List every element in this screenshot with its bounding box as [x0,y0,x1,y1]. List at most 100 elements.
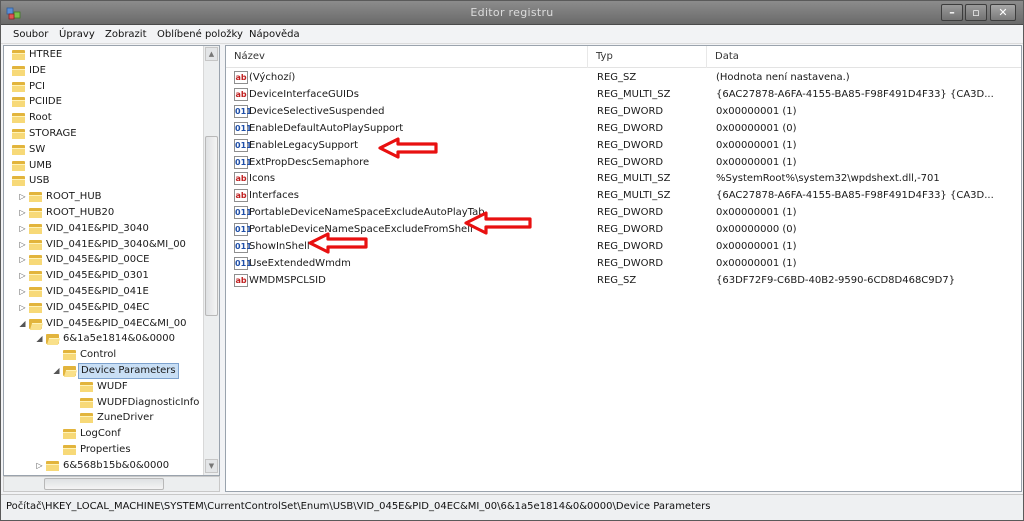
maximize-button[interactable]: ▫ [965,4,987,21]
folder-icon [12,128,25,139]
column-header-name[interactable]: Název [226,46,588,68]
tree-node[interactable]: ▷ ROOT_HUB20 [4,205,203,221]
tree-node[interactable]: Root [4,110,203,126]
tree-node[interactable]: UMB [4,158,203,174]
tree-horizontal-scrollbar[interactable] [3,476,220,492]
tree-node-label: UMB [29,159,52,171]
value-data: 0x00000001 (1) [716,241,797,252]
expand-arrow-icon[interactable]: ▷ [18,270,27,282]
tree-node-label: VID_041E&PID_3040 [46,222,149,234]
minimize-button[interactable]: – [941,4,963,21]
scroll-down-arrow-icon[interactable]: ▼ [205,459,218,473]
expand-arrow-icon[interactable]: ▷ [18,239,27,251]
folder-icon [12,81,25,92]
expand-arrow-icon[interactable]: ▷ [18,286,27,298]
title-bar[interactable]: Editor registru – ▫ ✕ [1,1,1023,25]
value-row[interactable]: ab Interfaces REG_MULTI_SZ {6AC27878-A6FA-4… [226,187,1021,204]
value-row[interactable]: ab WMDMSPCLSID REG_SZ {63DF72F9-C6BD-40B2-9… [226,272,1021,289]
tree-node[interactable]: SW [4,142,203,158]
value-name: EnableDefaultAutoPlaySupport [249,122,404,134]
folder-icon [29,302,42,313]
tree-node[interactable]: ◢ Device Parameters [4,363,203,379]
tree-node[interactable]: ▷ ROOT_HUB [4,189,203,205]
column-header-data[interactable]: Data [707,46,1021,68]
tree-node[interactable]: ▷ VID_045E&PID_00CE [4,252,203,268]
tree-node[interactable]: PCIIDE [4,94,203,110]
expand-arrow-icon[interactable]: ◢ [35,333,44,345]
expand-arrow-icon[interactable]: ▷ [18,223,27,235]
tree-node[interactable]: ▷ 6&568b15b&0&0000 [4,458,203,474]
value-row[interactable]: ab (Výchozí) REG_SZ (Hodnota není nastavena… [226,69,1021,86]
tree-node[interactable]: ZuneDriver [4,410,203,426]
tree-node-label: VID_045E&PID_04EC&MI_00 [46,317,187,329]
expand-arrow-icon[interactable]: ◢ [18,318,27,330]
expand-arrow-icon[interactable]: ▷ [18,302,27,314]
tree-node[interactable]: PCI [4,79,203,95]
binary-value-icon: 011 [234,256,252,270]
value-row[interactable]: 011 PortableDeviceNameSpaceExcludeAutoPla… [226,204,1021,221]
menu-edit[interactable]: Úpravy [59,29,95,40]
tree-node[interactable]: HTREE [4,47,203,63]
tree-node[interactable]: IDE [4,63,203,79]
tree-hscroll-thumb[interactable] [44,478,164,490]
value-name: DeviceSelectiveSuspended [249,105,385,117]
expand-arrow-icon[interactable]: ▷ [18,191,27,203]
tree-node-label: WUDF [97,380,128,392]
expand-arrow-icon[interactable]: ▷ [18,254,27,266]
tree-node[interactable]: ◢ 6&1a5e1814&0&0000 [4,331,203,347]
tree-scroll-thumb[interactable] [205,136,218,316]
column-header-type[interactable]: Typ [588,46,707,68]
value-row[interactable]: 011 EnableLegacySupport REG_DWORD 0x0000000… [226,137,1021,154]
tree-node[interactable]: ▷ VID_041E&PID_3040 [4,221,203,237]
scroll-up-arrow-icon[interactable]: ▲ [205,47,218,61]
tree-node[interactable]: Control [4,347,203,363]
value-type: REG_SZ [597,274,637,286]
tree-node[interactable]: Properties [4,442,203,458]
tree-node[interactable]: ▷ VID_045E&PID_041E [4,284,203,300]
tree-node[interactable]: STORAGE [4,126,203,142]
value-data: {6AC27878-A6FA-4155-BA85-F98F491D4F33} {… [716,190,994,202]
folder-icon [46,333,61,346]
key-tree[interactable]: HTREE IDE PCI PCIIDE Root STORAGE SW UMB USB ▷ ROO… [4,46,203,475]
menu-view[interactable]: Zobrazit [105,29,147,40]
value-row[interactable]: ab Icons REG_MULTI_SZ %SystemRoot%\system32… [226,170,1021,187]
tree-node[interactable]: ▷ VID_045E&PID_04EC [4,300,203,316]
tree-node[interactable]: ▷ VID_045E&PID_0301 [4,268,203,284]
close-button[interactable]: ✕ [990,4,1016,21]
status-bar: Počítač\HKEY_LOCAL_MACHINE\SYSTEM\Curren… [1,494,1023,520]
value-row[interactable]: ab DeviceInterfaceGUIDs REG_MULTI_SZ {6AC27… [226,86,1021,103]
value-row[interactable]: 011 DeviceSelectiveSuspended REG_DWORD 0x00… [226,103,1021,120]
menu-favorites[interactable]: Oblíbené položky [157,29,243,40]
tree-node[interactable]: USB [4,173,203,189]
value-row[interactable]: 011 UseExtendedWmdm REG_DWORD 0x00000001 (1… [226,255,1021,272]
tree-vertical-scrollbar[interactable]: ▲ ▼ [203,46,219,475]
tree-node[interactable]: LogConf [4,426,203,442]
tree-node[interactable]: ◢ VID_045E&PID_04EC&MI_00 [4,316,203,332]
tree-node[interactable]: ▷ VID_041E&PID_3040&MI_00 [4,237,203,253]
registry-editor-window: Editor registru – ▫ ✕ Soubor Úpravy Zobr… [0,0,1024,521]
expand-arrow-icon[interactable]: ▷ [18,207,27,219]
tree-node-label: Device Parameters [78,363,179,379]
expand-arrow-icon[interactable]: ◢ [52,365,61,377]
string-value-icon: ab [234,273,248,287]
value-row[interactable]: 011 EnableDefaultAutoPlaySupport REG_DWORD… [226,120,1021,137]
folder-icon [12,49,25,60]
folder-icon [12,96,25,108]
value-row[interactable]: 011 ExtPropDescSemaphore REG_DWORD 0x000000… [226,154,1021,171]
menu-file[interactable]: Soubor [13,29,48,40]
string-value-icon: ab [234,87,248,101]
expand-arrow-icon[interactable]: ▷ [35,460,44,472]
value-type: REG_DWORD [597,122,664,134]
menu-help[interactable]: Nápověda [249,29,300,40]
key-path: Počítač\HKEY_LOCAL_MACHINE\SYSTEM\Curren… [6,501,711,512]
folder-icon [29,286,42,297]
tree-node[interactable]: WUDF [4,379,203,395]
binary-value-icon: 011 [234,121,252,135]
value-data: 0x00000001 (0) [716,122,797,134]
folder-icon [63,349,76,361]
folder-icon [12,112,25,124]
tree-node[interactable]: WUDFDiagnosticInfo [4,395,203,411]
